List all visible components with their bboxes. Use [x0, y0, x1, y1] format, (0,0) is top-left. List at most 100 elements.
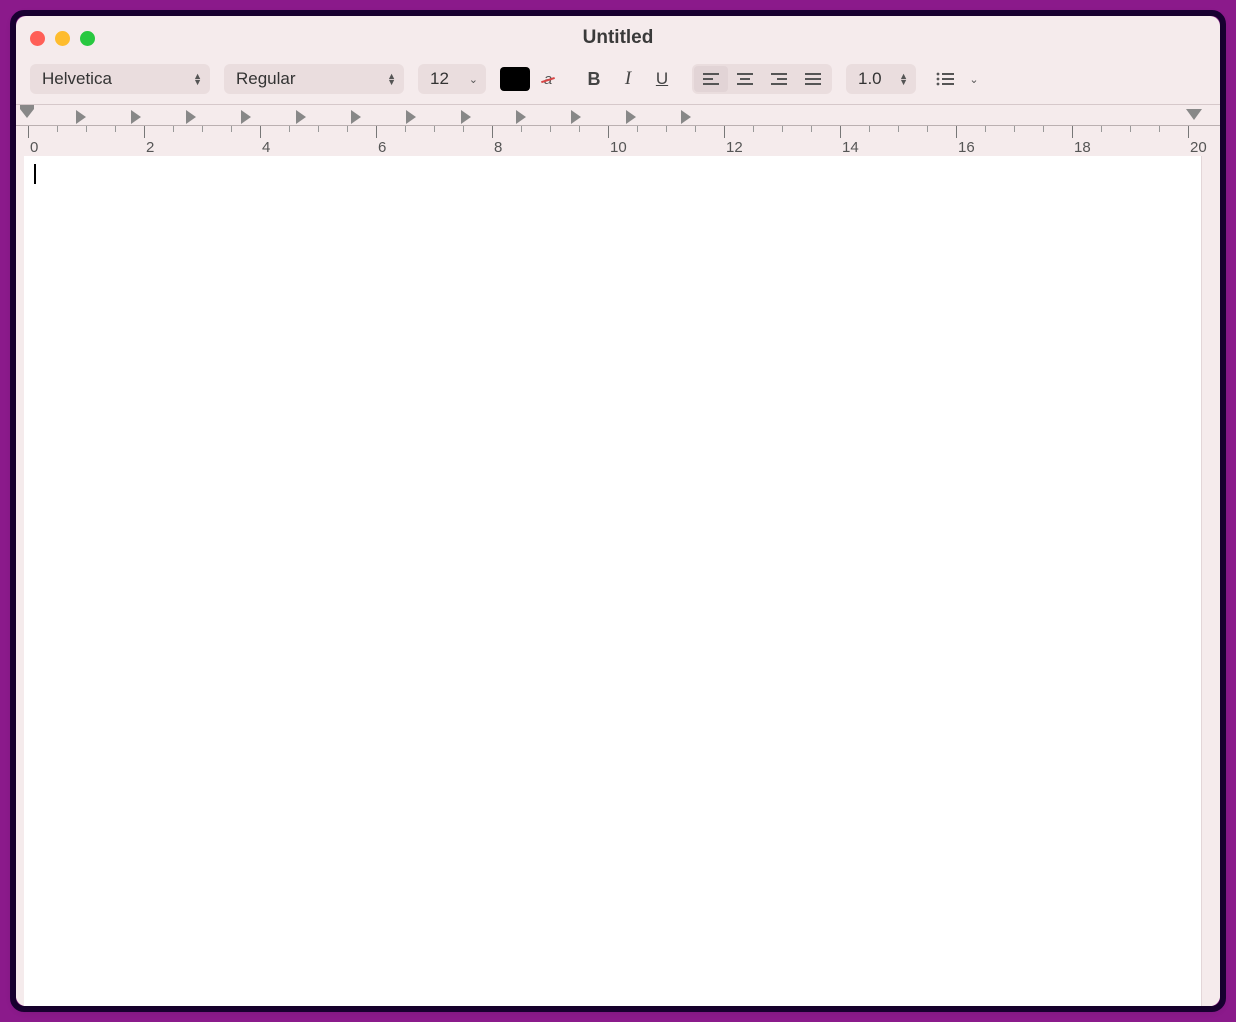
font-family-dropdown[interactable]: Helvetica ▲▼	[30, 64, 210, 94]
close-window-button[interactable]	[30, 31, 45, 46]
underline-button[interactable]: U	[646, 65, 678, 93]
chevron-down-icon: ⌄	[469, 73, 478, 86]
align-justify-icon	[804, 72, 822, 86]
align-center-button[interactable]	[728, 66, 762, 92]
ruler-tick-minor	[1014, 126, 1015, 132]
ruler-label: 6	[378, 139, 386, 156]
ruler-tick-minor	[869, 126, 870, 132]
ruler-tick-minor	[782, 126, 783, 132]
ruler-tick-minor	[463, 126, 464, 132]
text-cursor	[34, 164, 36, 184]
align-right-button[interactable]	[762, 66, 796, 92]
ruler-label: 10	[610, 139, 627, 156]
ruler-tick-minor	[173, 126, 174, 132]
text-color-button[interactable]	[500, 67, 530, 91]
ruler-tick-minor	[405, 126, 406, 132]
ruler-tick-major	[28, 126, 29, 138]
font-size-value: 12	[430, 69, 461, 89]
tab-stop-marker[interactable]	[626, 110, 636, 124]
clear-style-button[interactable]: a	[532, 65, 564, 93]
ruler-tick-major	[492, 126, 493, 138]
tab-stop-marker[interactable]	[296, 110, 306, 124]
line-spacing-value: 1.0	[858, 69, 891, 89]
align-justify-button[interactable]	[796, 66, 830, 92]
ruler-tick-major	[956, 126, 957, 138]
ruler-tick-minor	[231, 126, 232, 132]
tab-stop-marker[interactable]	[516, 110, 526, 124]
ruler-tick-minor	[898, 126, 899, 132]
ruler-tick-minor	[434, 126, 435, 132]
ruler-label: 18	[1074, 139, 1091, 156]
font-size-dropdown[interactable]: 12 ⌄	[418, 64, 486, 94]
tab-stop-marker[interactable]	[681, 110, 691, 124]
ruler-label: 20	[1190, 139, 1207, 156]
tab-stop-marker[interactable]	[406, 110, 416, 124]
ruler-tick-minor	[86, 126, 87, 132]
titlebar: Untitled	[16, 16, 1220, 60]
fullscreen-window-button[interactable]	[80, 31, 95, 46]
ruler-tick-major	[260, 126, 261, 138]
align-center-icon	[736, 72, 754, 86]
ruler-tick-minor	[927, 126, 928, 132]
align-right-icon	[770, 72, 788, 86]
clear-style-icon: a	[544, 71, 552, 88]
ruler-tick-minor	[115, 126, 116, 132]
ruler-label: 0	[30, 139, 38, 156]
tab-stop-marker[interactable]	[461, 110, 471, 124]
font-style-value: Regular	[236, 69, 379, 89]
font-style-dropdown[interactable]: Regular ▲▼	[224, 64, 404, 94]
line-spacing-dropdown[interactable]: 1.0 ▲▼	[846, 64, 916, 94]
list-style-button[interactable]	[930, 65, 962, 93]
list-style-menu-button[interactable]: ⌄	[964, 65, 984, 93]
ruler-tick-major	[1188, 126, 1189, 138]
ruler-tick-minor	[521, 126, 522, 132]
tab-stop-marker[interactable]	[241, 110, 251, 124]
tab-stop-marker[interactable]	[131, 110, 141, 124]
align-left-icon	[702, 72, 720, 86]
tab-stop-marker[interactable]	[76, 110, 86, 124]
ruler-tick-minor	[347, 126, 348, 132]
document-area	[16, 156, 1220, 1006]
stepper-icon: ▲▼	[193, 73, 202, 85]
right-indent-marker[interactable]	[1186, 109, 1202, 120]
chevron-down-icon: ⌄	[969, 73, 978, 86]
ruler-label: 14	[842, 139, 859, 156]
tab-stop-marker[interactable]	[351, 110, 361, 124]
stepper-icon: ▲▼	[387, 73, 396, 85]
first-line-indent-marker[interactable]	[20, 105, 34, 118]
ruler-tick-minor	[666, 126, 667, 132]
tab-stop-marker[interactable]	[571, 110, 581, 124]
tab-stop-marker[interactable]	[186, 110, 196, 124]
italic-button[interactable]: I	[612, 65, 644, 93]
ruler-tick-minor	[57, 126, 58, 132]
ruler-tick-minor	[289, 126, 290, 132]
ruler-tick-minor	[637, 126, 638, 132]
ruler-tick-minor	[1130, 126, 1131, 132]
ruler-tick-major	[840, 126, 841, 138]
ruler-tick-minor	[811, 126, 812, 132]
text-editing-area[interactable]	[24, 156, 1202, 1006]
ruler-tick-minor	[202, 126, 203, 132]
window-controls	[30, 31, 95, 46]
ruler-tick-minor	[695, 126, 696, 132]
text-editor-window: Untitled Helvetica ▲▼ Regular ▲▼ 12 ⌄ a …	[16, 16, 1220, 1006]
ruler[interactable]: 02468101214161820	[16, 104, 1220, 156]
ruler-tick-minor	[579, 126, 580, 132]
ruler-tick-major	[376, 126, 377, 138]
ruler-tick-major	[1072, 126, 1073, 138]
ruler-tick-minor	[1159, 126, 1160, 132]
ruler-tick-minor	[1101, 126, 1102, 132]
ruler-tick-major	[724, 126, 725, 138]
minimize-window-button[interactable]	[55, 31, 70, 46]
formatting-toolbar: Helvetica ▲▼ Regular ▲▼ 12 ⌄ a B I U	[16, 60, 1220, 104]
ruler-label: 8	[494, 139, 502, 156]
ruler-tick-minor	[318, 126, 319, 132]
align-left-button[interactable]	[694, 66, 728, 92]
alignment-group	[692, 64, 832, 94]
bold-button[interactable]: B	[578, 65, 610, 93]
ruler-label: 2	[146, 139, 154, 156]
ruler-tick-minor	[985, 126, 986, 132]
list-icon	[936, 72, 956, 86]
ruler-tick-minor	[550, 126, 551, 132]
ruler-tick-major	[144, 126, 145, 138]
